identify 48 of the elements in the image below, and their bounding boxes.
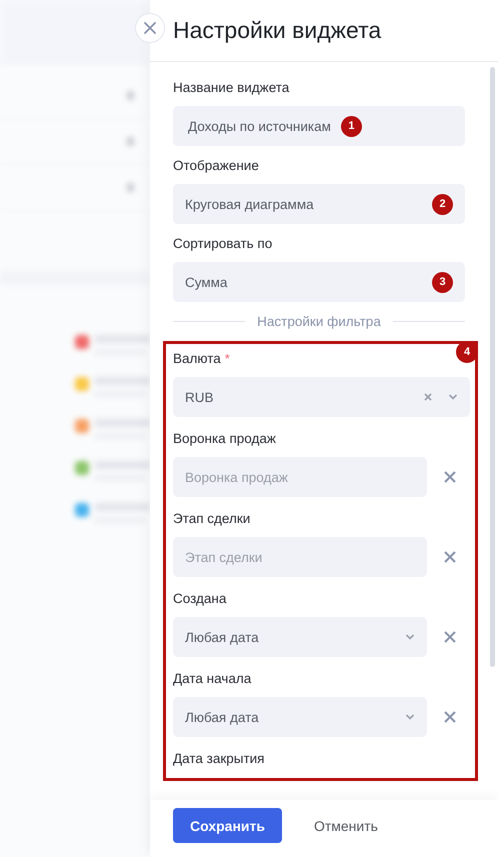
- field-label: Название виджета: [173, 80, 290, 95]
- blurred-text-drawing: [95, 419, 150, 439]
- chevron-down-icon: [405, 634, 415, 640]
- field-label: Воронка продаж: [173, 431, 276, 446]
- field-label: Валюта: [173, 351, 221, 366]
- annotation-badge: 3: [432, 272, 453, 292]
- required-mark: *: [224, 351, 230, 366]
- section-title: Настройки фильтра: [257, 314, 381, 329]
- close-icon: [143, 21, 157, 35]
- field-label: Отображение: [173, 158, 260, 173]
- close-button[interactable]: [135, 13, 165, 43]
- annotation-badge: 4: [456, 344, 475, 363]
- annotation-badge: 2: [432, 194, 453, 214]
- field-label: Дата закрытия: [173, 751, 264, 766]
- field-value: Круговая диаграмма: [185, 196, 314, 212]
- blurred-text-drawing: [95, 461, 150, 481]
- field-label: Сортировать по: [173, 236, 274, 251]
- annotation-badge: 1: [340, 116, 362, 136]
- remove-icon[interactable]: [444, 631, 456, 643]
- field-value: Любая дата: [185, 630, 259, 644]
- placeholder: Этап сделки: [185, 550, 262, 564]
- blurred-text-drawing: [95, 503, 150, 523]
- field-value: Сумма: [185, 274, 228, 290]
- input-field[interactable]: Доходы по источникам 1: [173, 106, 465, 146]
- chevron-down-icon: [405, 714, 415, 720]
- input-field[interactable]: Круговая диаграмма 2: [173, 184, 465, 224]
- panel-title: Настройки виджета: [173, 17, 382, 44]
- field-label: Этап сделки: [173, 511, 250, 526]
- remove-icon[interactable]: [444, 711, 456, 723]
- scrollbar[interactable]: [490, 67, 495, 667]
- field-value: Любая дата: [185, 710, 259, 724]
- chevron-down-icon: [448, 394, 458, 400]
- placeholder: Воронка продаж: [185, 470, 288, 484]
- select-field[interactable]: Любая дата: [173, 697, 427, 737]
- input-field[interactable]: Сумма 3: [173, 262, 465, 302]
- field-value: Доходы по источникам: [188, 118, 331, 134]
- field-label: Создана: [173, 591, 226, 606]
- blurred-text-drawing: [95, 377, 150, 397]
- blurred-text-drawing: [95, 335, 150, 355]
- remove-icon[interactable]: [444, 471, 456, 483]
- select-field[interactable]: RUB: [173, 377, 470, 417]
- remove-icon[interactable]: [444, 551, 456, 563]
- field-value: RUB: [185, 390, 214, 404]
- clear-icon[interactable]: [424, 393, 432, 401]
- field-label: Дата начала: [173, 671, 252, 686]
- save-button[interactable]: Сохранить: [173, 808, 282, 843]
- cancel-button[interactable]: Отменить: [308, 808, 384, 843]
- select-field[interactable]: Любая дата: [173, 617, 427, 657]
